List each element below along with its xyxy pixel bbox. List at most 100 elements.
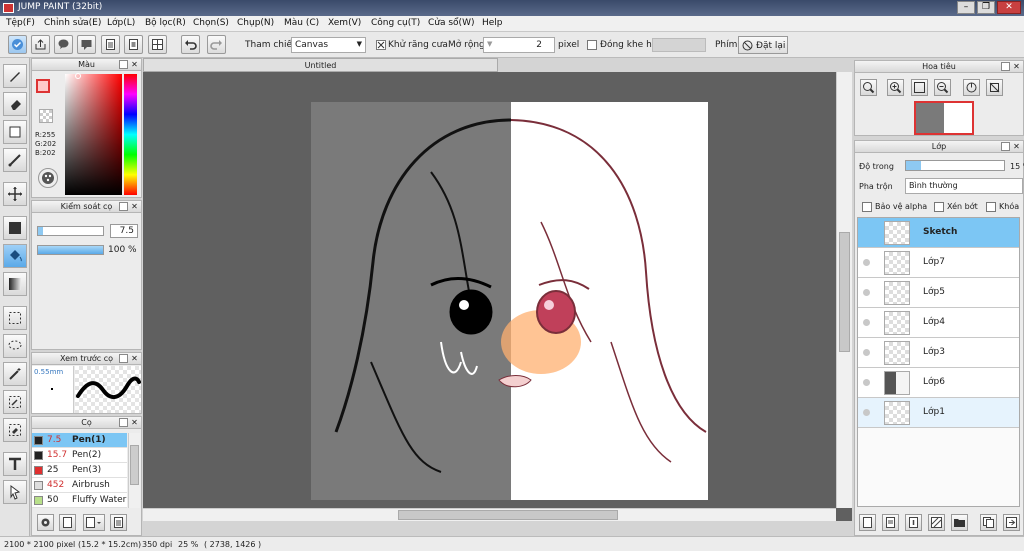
canvas-vertical-scrollbar[interactable]	[836, 72, 852, 508]
layer-row[interactable]: Sketch	[858, 218, 1019, 248]
tool-bucket[interactable]	[3, 244, 27, 268]
close-button[interactable]: ✕	[997, 1, 1021, 14]
visibility-toggle-icon[interactable]	[863, 259, 870, 266]
zoom-reset-button[interactable]	[860, 79, 877, 96]
tool-select-eraser[interactable]	[3, 418, 27, 442]
panel-float-icon[interactable]	[1001, 142, 1010, 151]
primary-color-swatch[interactable]	[36, 79, 50, 93]
menu-help[interactable]: Help	[482, 18, 503, 28]
navigator-thumbnail[interactable]	[914, 101, 974, 135]
pages-button[interactable]	[124, 35, 143, 54]
grid-button[interactable]	[148, 35, 167, 54]
layer-row[interactable]: Lớp5	[858, 278, 1019, 308]
saturation-value-picker[interactable]	[65, 74, 122, 195]
layer-tone-button[interactable]	[928, 514, 945, 531]
menu-color[interactable]: Màu (C)	[284, 18, 319, 28]
brush-item[interactable]: 25 Pen(3)	[32, 463, 127, 478]
tool-rect-select[interactable]	[3, 306, 27, 330]
new-brush-button[interactable]	[59, 514, 76, 531]
palette-button[interactable]	[38, 168, 58, 188]
merge-layer-button[interactable]	[1003, 514, 1020, 531]
menu-edit[interactable]: Chỉnh sửa(E)	[44, 18, 101, 28]
close-icon[interactable]: ✕	[130, 354, 139, 363]
layer-info-button[interactable]	[905, 514, 922, 531]
layer-row[interactable]: Lớp6	[858, 368, 1019, 398]
canvas-horizontal-scrollbar[interactable]	[143, 508, 836, 521]
tool-eraser[interactable]	[3, 92, 27, 116]
tool-pen[interactable]	[3, 64, 27, 88]
panel-float-icon[interactable]	[119, 202, 128, 211]
expand-stepper[interactable]: 2 ▼	[483, 37, 555, 53]
close-icon[interactable]: ✕	[130, 202, 139, 211]
export-button[interactable]	[31, 35, 50, 54]
panel-float-icon[interactable]	[119, 60, 128, 69]
opacity-slider[interactable]	[37, 245, 104, 255]
protect-alpha-checkbox[interactable]	[862, 202, 872, 212]
lock-checkbox[interactable]	[986, 202, 996, 212]
transparent-color-swatch[interactable]	[39, 109, 53, 123]
brush-item[interactable]: 15.7 Pen(2)	[32, 448, 127, 463]
duplicate-layer-button[interactable]	[980, 514, 997, 531]
antialias-checkbox[interactable]	[376, 40, 386, 50]
maximize-button[interactable]: ❐	[977, 1, 995, 14]
menu-select[interactable]: Chọn(S)	[193, 18, 229, 28]
size-slider[interactable]	[37, 226, 104, 236]
layer-row[interactable]: Lớp1	[858, 398, 1019, 428]
menu-view[interactable]: Xem(V)	[328, 18, 361, 28]
tool-move[interactable]	[3, 182, 27, 206]
close-gap-checkbox[interactable]	[587, 40, 597, 50]
menu-file[interactable]: Tệp(F)	[6, 18, 35, 28]
tool-fill-rect[interactable]	[3, 216, 27, 240]
zoom-out-button[interactable]	[934, 79, 951, 96]
flip-button[interactable]	[986, 79, 1003, 96]
minimize-button[interactable]: –	[957, 1, 975, 14]
gap-slider[interactable]	[652, 38, 706, 52]
brush-list-scrollbar[interactable]	[128, 433, 140, 508]
menu-tools[interactable]: Công cụ(T)	[371, 18, 420, 28]
close-icon[interactable]: ✕	[130, 60, 139, 69]
layer-folder-button[interactable]	[951, 514, 968, 531]
apply-button[interactable]	[8, 35, 27, 54]
panel-float-icon[interactable]	[1001, 62, 1010, 71]
artboard[interactable]	[311, 102, 708, 500]
menu-window[interactable]: Cửa sổ(W)	[428, 18, 474, 28]
brush-menu-button[interactable]	[83, 514, 105, 531]
reference-select[interactable]: Canvas ▼	[291, 37, 366, 53]
canvas-area[interactable]	[143, 72, 852, 521]
layer-row[interactable]: Lớp7	[858, 248, 1019, 278]
scrollbar-thumb[interactable]	[130, 445, 139, 485]
scrollbar-thumb[interactable]	[398, 510, 618, 520]
new-layer-text-button[interactable]	[882, 514, 899, 531]
brush-item[interactable]: 7.5 Pen(1)	[32, 433, 127, 448]
panel-float-icon[interactable]	[119, 418, 128, 427]
close-icon[interactable]: ✕	[1012, 62, 1021, 71]
visibility-toggle-icon[interactable]	[863, 349, 870, 356]
tool-eyedropper[interactable]	[3, 480, 27, 504]
tool-text[interactable]	[3, 452, 27, 476]
menu-layer[interactable]: Lớp(L)	[107, 18, 135, 28]
clip-checkbox[interactable]	[934, 202, 944, 212]
fit-button[interactable]	[911, 79, 928, 96]
zoom-in-button[interactable]	[887, 79, 904, 96]
brush-item[interactable]: 50 Fluffy Water	[32, 493, 127, 508]
comment-button[interactable]	[54, 35, 73, 54]
tool-lasso[interactable]	[3, 334, 27, 358]
menu-snap[interactable]: Chụp(N)	[237, 18, 274, 28]
close-icon[interactable]: ✕	[130, 418, 139, 427]
chat-button[interactable]	[77, 35, 96, 54]
hue-slider[interactable]	[124, 74, 137, 195]
tool-magic-wand[interactable]	[3, 362, 27, 386]
tool-line[interactable]	[3, 148, 27, 172]
undo-button[interactable]	[181, 35, 200, 54]
document-tab[interactable]: Untitled	[143, 58, 498, 72]
menu-filter[interactable]: Bộ lọc(R)	[145, 18, 186, 28]
tool-select-pen[interactable]	[3, 390, 27, 414]
brush-copy-button[interactable]	[110, 514, 127, 531]
redo-button[interactable]	[207, 35, 226, 54]
visibility-toggle-icon[interactable]	[863, 289, 870, 296]
new-layer-button[interactable]	[859, 514, 876, 531]
layer-row[interactable]: Lớp4	[858, 308, 1019, 338]
size-input[interactable]: 7.5	[110, 224, 138, 238]
layer-row[interactable]: Lớp3	[858, 338, 1019, 368]
reset-button[interactable]: Đặt lại	[738, 36, 788, 54]
